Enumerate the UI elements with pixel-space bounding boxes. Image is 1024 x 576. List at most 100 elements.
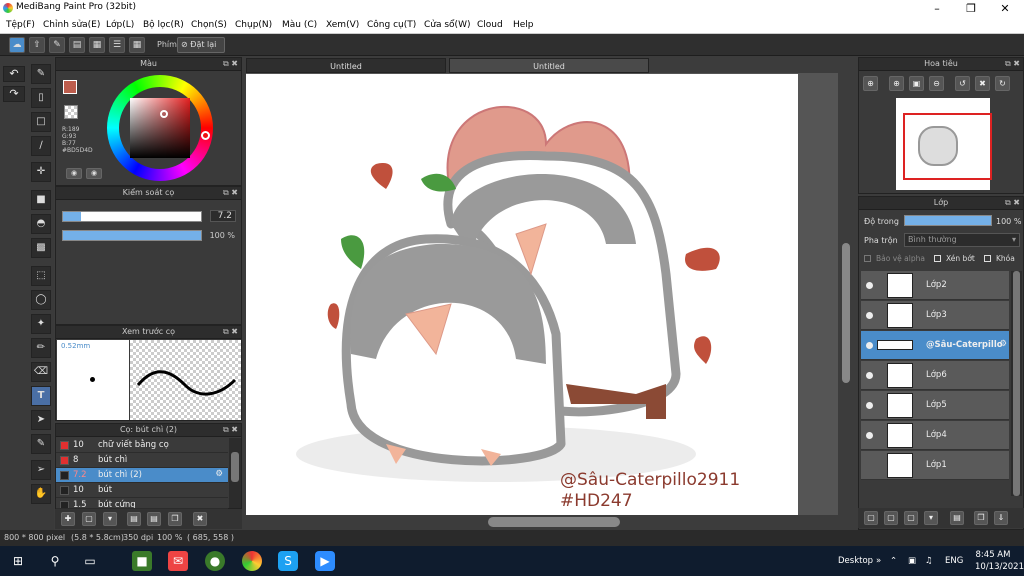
gear-icon[interactable]: ⚙ — [215, 469, 223, 479]
mail-app-icon[interactable]: ✉ — [168, 551, 188, 571]
brush-item[interactable]: 10 bút — [56, 483, 228, 498]
rectangle-tool-icon[interactable]: □ — [31, 112, 51, 132]
chevron-right-icon[interactable]: » — [876, 546, 881, 576]
brush-tool-icon[interactable]: ✎ — [31, 64, 51, 84]
panel-buttons-icon[interactable]: ⧉ ✖ — [1005, 58, 1020, 70]
desktop-label[interactable]: Desktop — [838, 546, 873, 576]
layer-row[interactable]: Lớp4 — [861, 421, 1009, 450]
duplicate-icon[interactable]: ❐ — [168, 512, 182, 526]
reset-button[interactable]: ⊘ Đặt lại — [177, 37, 225, 53]
rotate-left-icon[interactable]: ↺ — [955, 76, 970, 91]
menu-cloud[interactable]: Cloud — [477, 20, 503, 30]
maximize-icon[interactable]: ❐ — [954, 0, 988, 17]
brush-item[interactable]: 8 bút chì — [56, 453, 228, 468]
blur-tool-icon[interactable]: ✎ — [31, 434, 51, 454]
brush-item[interactable]: 10 chữ viết bằng cọ — [56, 438, 228, 453]
menu-edit[interactable]: Chỉnh sửa(E) — [43, 20, 100, 30]
canvas-horizontal-scrollbar[interactable] — [246, 515, 854, 529]
redo-icon[interactable]: ↷ — [3, 86, 25, 102]
fit-icon[interactable]: ▣ — [909, 76, 924, 91]
text-tool-icon[interactable]: T — [31, 386, 51, 406]
line-tool-icon[interactable]: ∕ — [31, 136, 51, 156]
add-brush-icon[interactable]: ✚ — [61, 512, 75, 526]
operation-tool-icon[interactable]: ➤ — [31, 410, 51, 430]
panel-buttons-icon[interactable]: ⧉ ✖ — [223, 187, 238, 199]
language-indicator[interactable]: ENG — [945, 546, 963, 576]
menu-layer[interactable]: Lớp(L) — [106, 20, 134, 30]
message-icon[interactable]: ▤ — [69, 37, 85, 53]
layers-scrollbar[interactable] — [1011, 271, 1022, 496]
select-rect-icon[interactable]: ⬚ — [31, 266, 51, 286]
brush-settings-icon[interactable]: ▤ — [127, 512, 141, 526]
zoom-app-icon[interactable]: ▶ — [315, 551, 335, 571]
layer-row[interactable]: Lớp6 — [861, 361, 1009, 390]
search-icon[interactable]: ⚲ — [45, 551, 65, 571]
lasso-icon[interactable]: ◯ — [31, 290, 51, 310]
select-eraser-icon[interactable]: ⌫ — [31, 362, 51, 382]
visibility-icon[interactable] — [866, 342, 873, 349]
navigator-thumbnail[interactable] — [896, 98, 992, 190]
palette-button[interactable]: ◉ — [66, 168, 82, 179]
eraser-tool-icon[interactable]: ▯ — [31, 88, 51, 108]
folder-icon[interactable]: ▤ — [147, 512, 161, 526]
sv-marker[interactable] — [160, 110, 168, 118]
brush-options-icon[interactable]: ▾ — [103, 512, 117, 526]
close-icon[interactable]: ✕ — [988, 0, 1022, 17]
fill-rect-tool-icon[interactable]: ■ — [31, 190, 51, 210]
layer-row[interactable]: Lớp2 — [861, 271, 1009, 300]
skype-icon[interactable]: S — [278, 551, 298, 571]
bucket-tool-icon[interactable]: ◓ — [31, 214, 51, 234]
brush-size-slider[interactable] — [62, 211, 202, 222]
canvas[interactable]: @Sâu-Caterpillo2911 #HD247 — [246, 74, 798, 515]
duplicate-layer-icon[interactable]: ❐ — [974, 511, 988, 525]
minimize-icon[interactable]: – — [920, 0, 954, 17]
rotate-right-icon[interactable]: ↻ — [995, 76, 1010, 91]
brush-size-value[interactable]: 7.2 — [210, 210, 236, 222]
color-picker-button[interactable]: ◉ — [86, 168, 102, 179]
visibility-icon[interactable] — [866, 432, 873, 439]
menu-file[interactable]: Tệp(F) — [6, 20, 35, 30]
layer-opacity-slider[interactable] — [904, 215, 992, 226]
hue-marker[interactable] — [201, 131, 210, 140]
new-layer-icon[interactable]: ▢ — [864, 511, 878, 525]
saturation-square[interactable] — [130, 98, 190, 158]
new-8bit-layer-icon[interactable]: ▢ — [904, 511, 918, 525]
folder-icon[interactable]: ▤ — [950, 511, 964, 525]
list-icon[interactable]: ☰ — [109, 37, 125, 53]
tab-untitled-1[interactable]: Untitled — [246, 58, 446, 73]
panel-buttons-icon[interactable]: ⧉ ✖ — [223, 424, 238, 436]
visibility-icon[interactable] — [866, 372, 873, 379]
comment-icon[interactable]: ✎ — [49, 37, 65, 53]
medibang-app-icon[interactable]: ● — [205, 551, 225, 571]
chrome-icon[interactable] — [242, 551, 262, 571]
merge-down-icon[interactable]: ⇓ — [994, 511, 1008, 525]
magic-wand-icon[interactable]: ✦ — [31, 314, 51, 334]
menu-select[interactable]: Chọn(S) — [191, 20, 227, 30]
clip-checkbox[interactable] — [934, 255, 941, 262]
windows-start-icon[interactable]: ⊞ — [8, 551, 28, 571]
foreground-color-swatch[interactable] — [63, 80, 77, 94]
visibility-icon[interactable] — [866, 402, 873, 409]
menu-color[interactable]: Màu (C) — [282, 20, 317, 30]
grid-icon[interactable]: ▦ — [129, 37, 145, 53]
reset-view-icon[interactable]: ✖ — [975, 76, 990, 91]
brush-opacity-slider[interactable] — [62, 230, 202, 241]
layer-row[interactable]: Lớp1 — [861, 451, 1009, 480]
panel-buttons-icon[interactable]: ⧉ ✖ — [223, 326, 238, 338]
canvas-vertical-scrollbar[interactable] — [838, 73, 854, 515]
lock-checkbox[interactable] — [984, 255, 991, 262]
move-tool-icon[interactable]: ✛ — [31, 162, 51, 182]
trash-icon[interactable]: ✖ — [193, 512, 207, 526]
tray-expand-icon[interactable]: ⌃ — [890, 546, 897, 576]
network-icon[interactable]: ▣ — [908, 546, 916, 576]
task-view-icon[interactable]: ▭ — [80, 551, 100, 571]
menu-help[interactable]: Help — [513, 20, 534, 30]
zoom-in-alt-icon[interactable]: ⊕ — [889, 76, 904, 91]
panel-buttons-icon[interactable]: ⧉ ✖ — [1005, 197, 1020, 209]
blend-mode-select[interactable]: Bình thường ▾ — [904, 233, 1020, 247]
layer-row-selected[interactable]: @Sâu-Caterpillo ⚙ — [861, 331, 1009, 360]
menu-tools[interactable]: Công cụ(T) — [367, 20, 416, 30]
protect-alpha-checkbox[interactable] — [864, 255, 871, 262]
game-app-icon[interactable]: ■ — [132, 551, 152, 571]
gear-icon[interactable]: ⚙ — [999, 339, 1007, 349]
